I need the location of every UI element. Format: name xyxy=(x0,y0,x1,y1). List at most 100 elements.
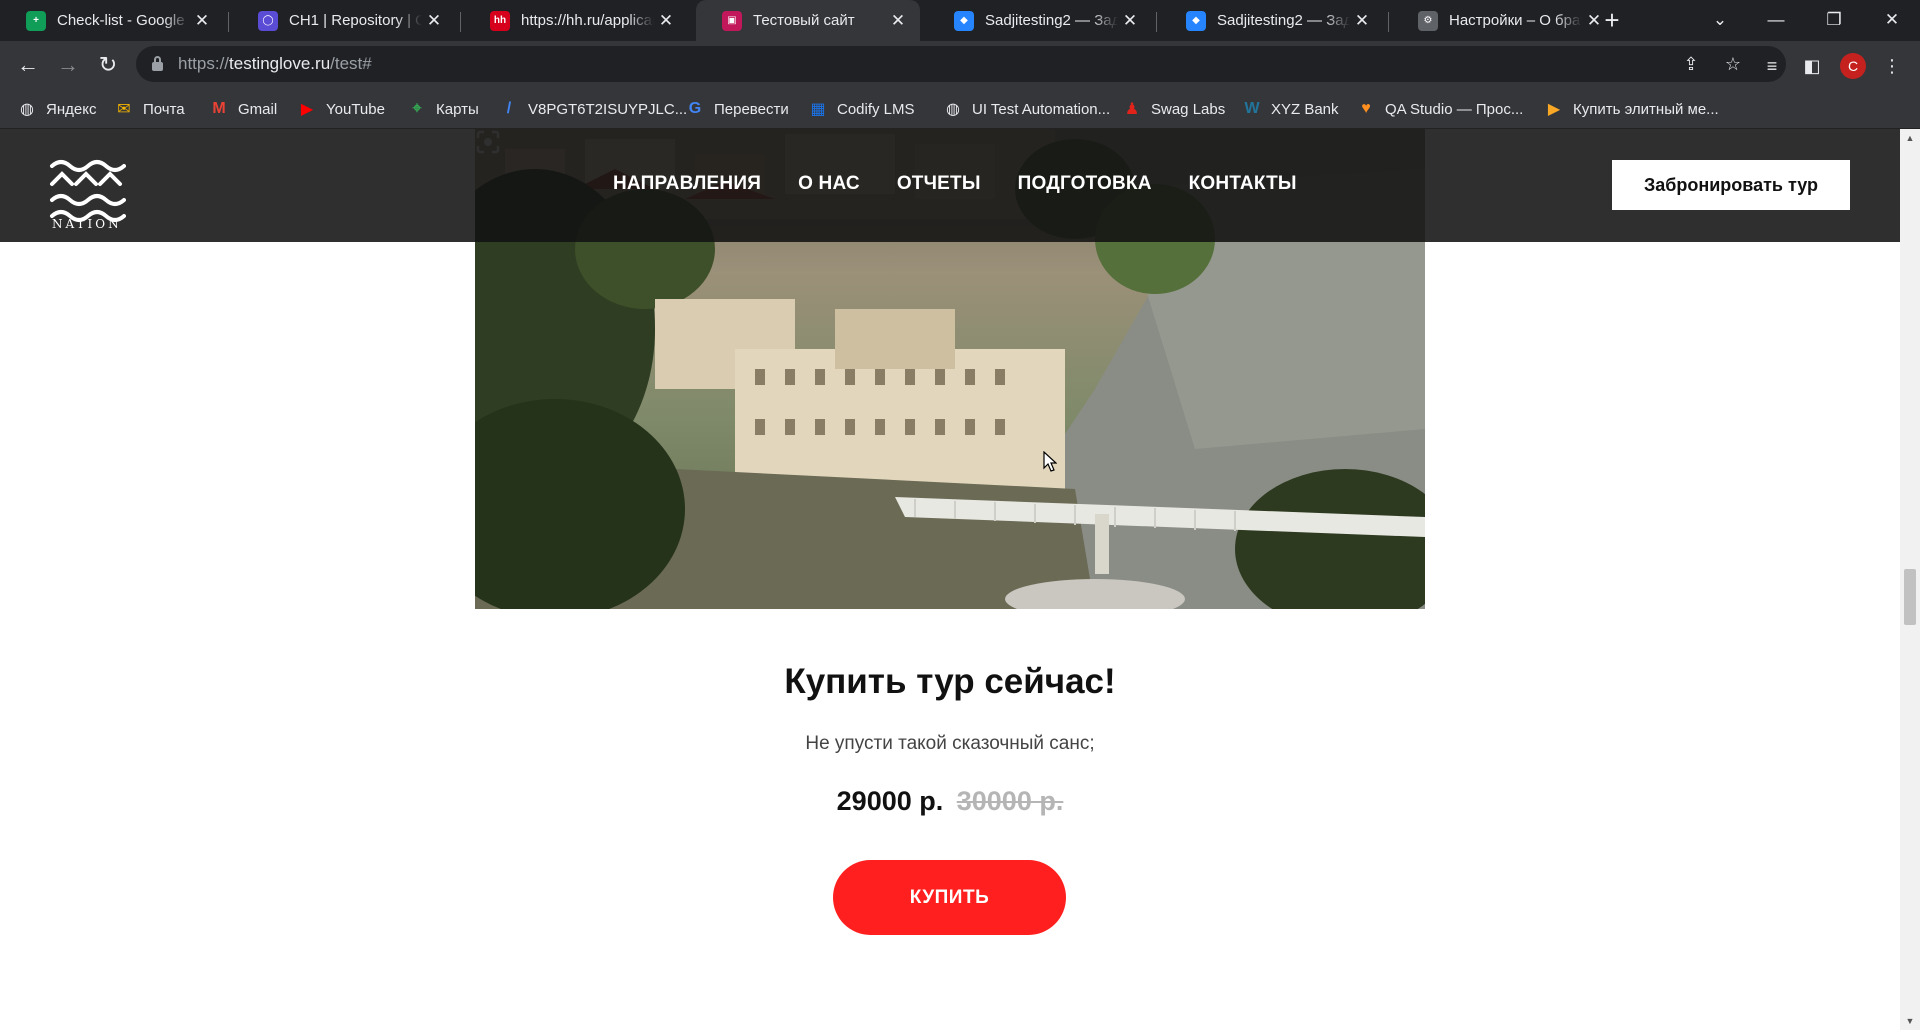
tab-separator xyxy=(460,12,461,32)
browser-tab[interactable]: ⚙ Настройки – О брауз ✕ xyxy=(1392,0,1616,41)
tab-close-icon[interactable]: ✕ xyxy=(422,11,446,31)
bookmark-item[interactable]: ▶ YouTube xyxy=(298,98,385,120)
price: 29000 р. 30000 р. xyxy=(0,786,1900,817)
qase-icon: ◯ xyxy=(258,10,278,31)
url-text[interactable]: https://testinglove.ru/test# xyxy=(178,54,372,74)
robot-icon: ♟ xyxy=(1124,101,1140,118)
wordpress-icon: W xyxy=(1244,100,1260,117)
lock-icon[interactable] xyxy=(152,56,163,71)
bookmark-item[interactable]: ♟ Swag Labs xyxy=(1123,98,1225,120)
bookmark-item[interactable]: ✉ Почта xyxy=(115,98,185,120)
jira-icon: ◆ xyxy=(954,10,974,31)
browser-tab[interactable]: ▣ Тестовый сайт ✕ xyxy=(696,0,920,41)
mail-icon: ✉ xyxy=(117,101,131,118)
tab-separator xyxy=(1388,12,1389,32)
browser-tab[interactable]: + Check-list - Google Ta ✕ xyxy=(0,0,224,41)
page-scrollbar[interactable]: ▲ ▼ xyxy=(1900,129,1920,1030)
tab-title: Sadjitesting2 — Задач xyxy=(1217,12,1350,29)
tab-search-button[interactable]: ⌄ xyxy=(1692,0,1748,41)
minimize-button[interactable]: — xyxy=(1748,0,1804,41)
tab-title: Sadjitesting2 — Задач xyxy=(985,12,1118,29)
nav-directions[interactable]: НАПРАВЛЕНИЯ xyxy=(613,173,761,195)
tab-close-icon[interactable]: ✕ xyxy=(1118,11,1142,31)
restore-button[interactable]: ❐ xyxy=(1806,0,1862,41)
scroll-up-arrow[interactable]: ▲ xyxy=(1900,129,1920,147)
bookmark-item[interactable]: ◍ Яндекс xyxy=(18,98,96,120)
profile-avatar[interactable]: C xyxy=(1840,53,1866,79)
close-window-button[interactable]: ✕ xyxy=(1864,0,1920,41)
tab-close-icon[interactable]: ✕ xyxy=(1582,11,1606,31)
bookmark-label: YouTube xyxy=(326,100,385,118)
book-tour-button[interactable]: Забронировать тур xyxy=(1612,160,1850,210)
bookmark-label: XYZ Bank xyxy=(1271,100,1339,118)
play-icon: ▶ xyxy=(1547,101,1561,118)
tab-close-icon[interactable]: ✕ xyxy=(654,11,678,31)
hh-icon: hh xyxy=(490,10,510,31)
youtube-icon: ▶ xyxy=(300,101,314,118)
bookmark-label: Почта xyxy=(143,100,185,118)
address-bar[interactable]: https://testinglove.ru/test# ⇪ ☆ xyxy=(136,46,1786,82)
reload-button[interactable]: ↻ xyxy=(94,51,122,79)
tab-title: Настройки – О брауз xyxy=(1449,12,1582,29)
maps-icon: ⌖ xyxy=(412,100,422,117)
bookmark-item[interactable]: ◍ UI Test Automation... xyxy=(944,98,1110,120)
current-price: 29000 р. xyxy=(836,786,944,816)
bookmark-item[interactable]: G Перевести xyxy=(686,98,789,120)
media-control-icon[interactable]: ≡ xyxy=(1760,54,1784,78)
bookmark-star-icon[interactable]: ☆ xyxy=(1722,53,1744,75)
nav-contacts[interactable]: КОНТАКТЫ xyxy=(1189,173,1297,195)
browser-tab[interactable]: ◯ CH1 | Repository | Qa ✕ xyxy=(232,0,456,41)
share-icon[interactable]: ⇪ xyxy=(1680,53,1702,75)
site-header: NATION НАПРАВЛЕНИЯ О НАС ОТЧЕТЫ ПОДГОТОВ… xyxy=(0,129,1900,242)
bookmark-item[interactable]: ♥ QA Studio — Прос... xyxy=(1357,98,1523,120)
logo-text: NATION xyxy=(52,217,122,231)
scroll-down-arrow[interactable]: ▼ xyxy=(1900,1012,1920,1030)
nav-about[interactable]: О НАС xyxy=(798,173,860,195)
browser-tab[interactable]: ◆ Sadjitesting2 — Задач✕ xyxy=(1160,0,1384,41)
old-price: 30000 р. xyxy=(956,786,1064,816)
bookmark-label: Swag Labs xyxy=(1151,100,1226,118)
buy-button[interactable]: КУПИТЬ xyxy=(833,860,1066,935)
globe-icon: ◍ xyxy=(946,101,960,118)
bookmark-item[interactable]: M Gmail xyxy=(210,98,277,120)
mouse-cursor-icon xyxy=(1043,451,1057,472)
google-sheets-icon: + xyxy=(26,10,46,31)
tab-close-icon[interactable]: ✕ xyxy=(1350,11,1374,31)
scroll-thumb[interactable] xyxy=(1904,569,1916,625)
bookmark-item[interactable]: ▦ Codify LMS xyxy=(809,98,915,120)
offer-title: Купить тур сейчас! xyxy=(784,662,1116,701)
bookmark-label: QA Studio — Прос... xyxy=(1385,100,1524,118)
bookmark-item[interactable]: / V8PGT6T2ISUYPJLC... xyxy=(500,98,687,120)
bookmark-item[interactable]: ▶ Купить элитный ме... xyxy=(1545,98,1719,120)
forward-button[interactable]: → xyxy=(54,51,82,79)
bookmark-item[interactable]: W XYZ Bank xyxy=(1243,98,1339,120)
nav-reports[interactable]: ОТЧЕТЫ xyxy=(897,173,981,195)
bookmark-label: Перевести xyxy=(714,100,789,118)
jira-icon: ◆ xyxy=(1186,10,1206,31)
pen-icon: / xyxy=(506,100,512,117)
bookmark-label: Codify LMS xyxy=(837,100,915,118)
bookmark-label: V8PGT6T2ISUYPJLC... xyxy=(528,100,688,118)
browser-tab[interactable]: hh https://hh.ru/applican ✕ xyxy=(464,0,688,41)
back-button[interactable]: ← xyxy=(14,51,42,79)
gear-icon: ⚙ xyxy=(1418,10,1438,31)
bookmark-label: Купить элитный ме... xyxy=(1573,100,1719,118)
tab-separator xyxy=(1156,12,1157,32)
side-panel-icon[interactable]: ◧ xyxy=(1800,54,1824,78)
heart-icon: ♥ xyxy=(1361,100,1371,117)
translate-icon: G xyxy=(688,100,702,117)
offer-subtitle: Не упусти такой сказочный санс; xyxy=(805,733,1095,754)
main-navigation: НАПРАВЛЕНИЯ О НАС ОТЧЕТЫ ПОДГОТОВКА КОНТ… xyxy=(613,173,1297,195)
tab-close-icon[interactable]: ✕ xyxy=(190,11,214,31)
tab-title: Тестовый сайт xyxy=(753,12,855,29)
tab-title: Check-list - Google Ta xyxy=(57,12,190,29)
tab-close-icon[interactable]: ✕ xyxy=(886,11,910,31)
gmail-icon: M xyxy=(212,100,226,117)
nav-preparation[interactable]: ПОДГОТОВКА xyxy=(1018,173,1152,195)
browser-tab[interactable]: ◆ Sadjitesting2 — Задач✕ xyxy=(928,0,1152,41)
site-cube-icon: ▣ xyxy=(722,10,742,31)
menu-kebab-icon[interactable]: ⋮ xyxy=(1880,54,1904,78)
tab-title: https://hh.ru/applican xyxy=(521,12,654,29)
bookmark-label: UI Test Automation... xyxy=(972,100,1111,118)
bookmark-item[interactable]: ⌖ Карты xyxy=(408,98,478,120)
